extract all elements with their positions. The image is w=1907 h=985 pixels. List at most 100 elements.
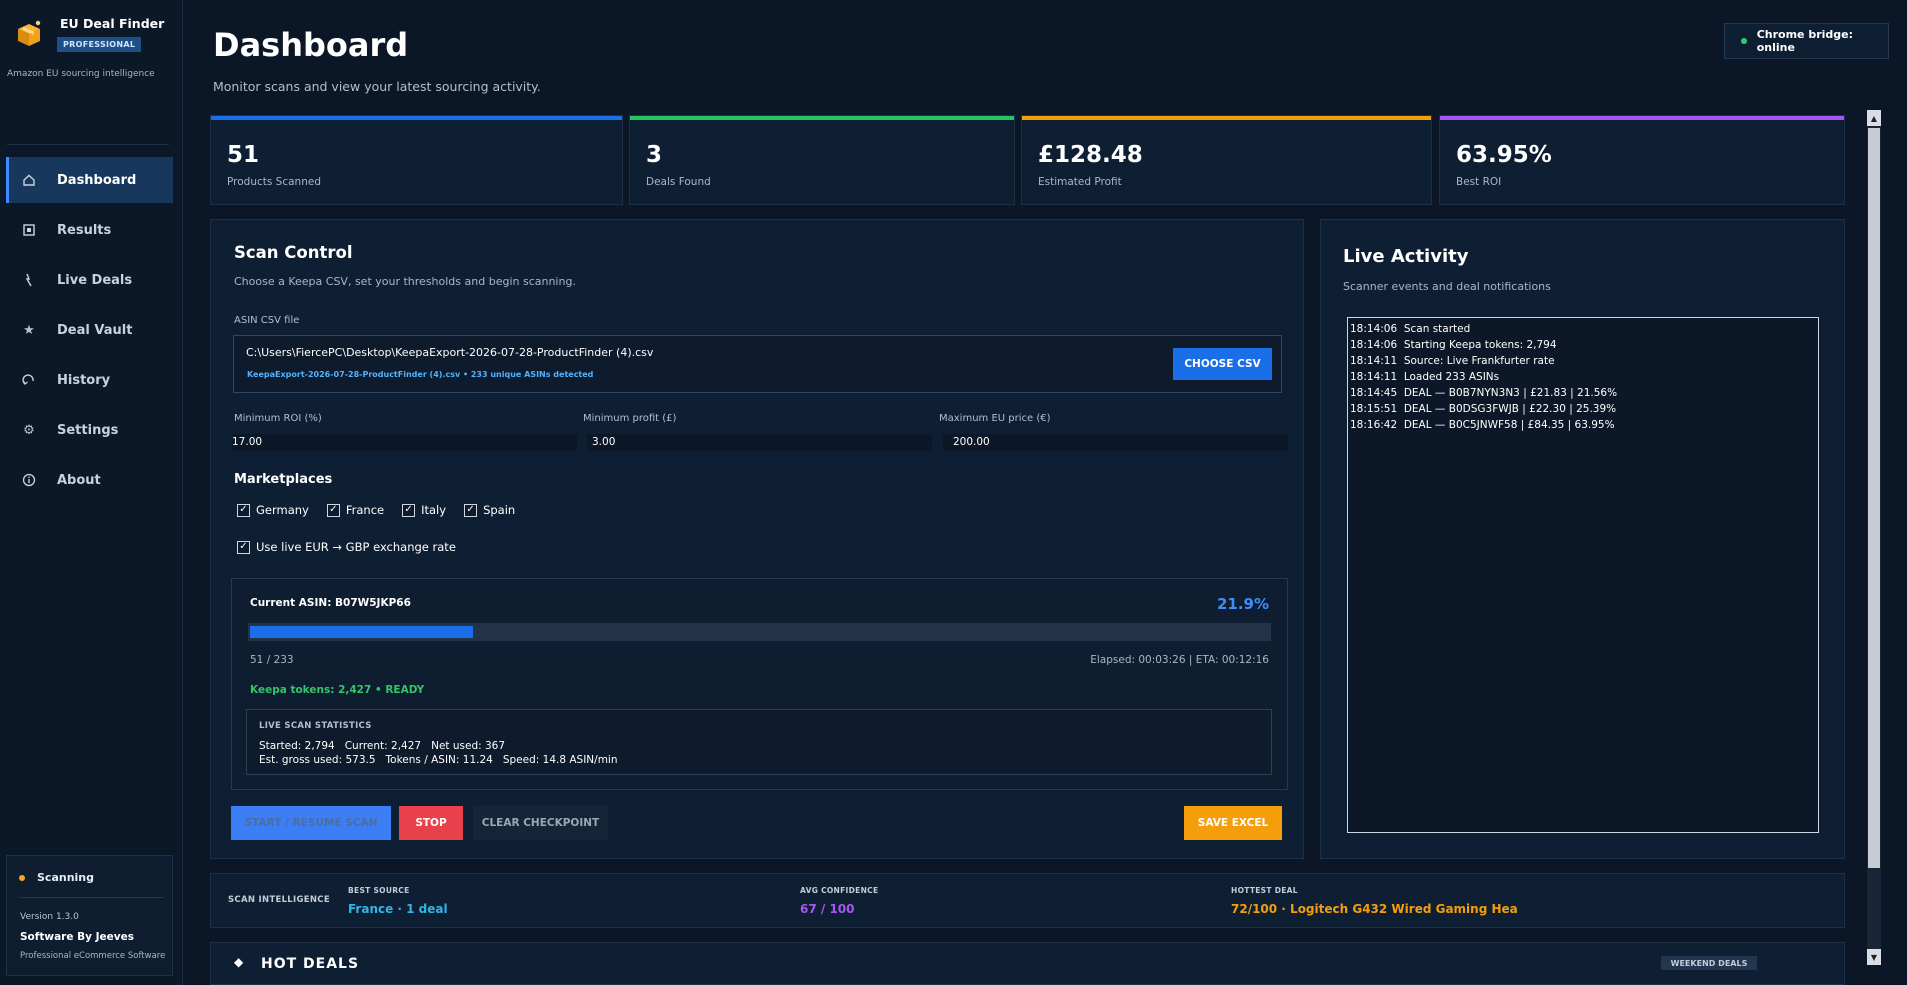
info-icon [21, 472, 37, 488]
sidebar-item-dashboard[interactable]: Dashboard [6, 157, 173, 203]
checkbox-check-icon: ✓ [464, 503, 478, 517]
live-scan-statistics-line: Est. gross used: 573.5 Tokens / ASIN: 11… [259, 754, 618, 766]
checkbox-check-icon: ✓ [237, 503, 250, 517]
page-scrollbar[interactable]: ▲ ▼ [1867, 110, 1881, 965]
sidebar-item-label: History [57, 372, 111, 388]
stat-label: Best ROI [1456, 176, 1502, 188]
stat-card-products-scanned: 51 Products Scanned [210, 115, 623, 205]
hot-deals-section: ◆ HOT DEALS WEEKEND DEALS [210, 942, 1845, 985]
stat-accent-bar [211, 116, 622, 120]
live-fx-label: Use live EUR → GBP exchange rate [256, 540, 456, 554]
sidebar-item-deal-vault[interactable]: ★ Deal Vault [6, 307, 173, 353]
scan-control-title: Scan Control [234, 243, 353, 262]
sidebar-item-label: Live Deals [57, 272, 133, 288]
marketplaces-title: Marketplaces [234, 472, 333, 487]
marketplace-spain-checkbox[interactable]: ✓ Spain [464, 503, 515, 517]
stat-card-deals-found: 3 Deals Found [629, 115, 1015, 205]
hottest-deal-label: HOTTEST DEAL [1231, 886, 1298, 895]
clear-checkpoint-button[interactable]: CLEAR CHECKPOINT [473, 806, 608, 840]
marketplace-label: Spain [483, 503, 516, 517]
start-resume-scan-button[interactable]: START / RESUME SCAN [231, 806, 391, 840]
choose-csv-button[interactable]: CHOOSE CSV [1173, 348, 1272, 380]
max-price-input[interactable]: 200.00 [943, 434, 1288, 451]
live-scan-statistics: LIVE SCAN STATISTICS Started: 2,794 Curr… [246, 709, 1272, 775]
stat-accent-bar [1440, 116, 1844, 120]
log-line: 18:14:06 Scan started [1350, 323, 1471, 335]
app-subtitle: Amazon EU sourcing intelligence [7, 69, 155, 79]
min-profit-label: Minimum profit (£) [583, 413, 677, 424]
online-dot-icon [1741, 38, 1747, 44]
scan-intelligence-title: SCAN INTELLIGENCE [228, 895, 330, 905]
stop-button[interactable]: STOP [399, 806, 463, 840]
live-scan-statistics-title: LIVE SCAN STATISTICS [259, 721, 372, 731]
version-label: Version 1.3.0 [20, 912, 79, 922]
page-title: Dashboard [213, 26, 409, 64]
keepa-tokens-status: Keepa tokens: 2,427 • READY [250, 684, 425, 696]
best-source-label: BEST SOURCE [348, 886, 410, 895]
hot-deals-badge: WEEKEND DEALS [1661, 956, 1757, 970]
stat-value: £128.48 [1038, 142, 1143, 168]
scrollbar-thumb[interactable] [1868, 128, 1880, 868]
lightning-icon [21, 272, 37, 288]
marketplace-france-checkbox[interactable]: ✓ France [326, 503, 385, 517]
stat-value: 51 [227, 142, 260, 168]
log-line: 18:14:11 Source: Live Frankfurter rate [1350, 355, 1555, 367]
stat-value: 3 [646, 142, 663, 168]
scanner-status: Scanning [19, 871, 94, 884]
activity-log[interactable]: 18:14:06 Scan started 18:14:06 Starting K… [1347, 317, 1819, 833]
hottest-deal-value[interactable]: 72/100 · Logitech G432 Wired Gaming Hea [1231, 902, 1518, 916]
sidebar-item-label: About [57, 472, 101, 488]
sidebar-nav: Dashboard Results Live Deals ★ Deal Vaul… [6, 157, 173, 507]
progress-bar-fill [250, 626, 473, 638]
author-label: Software By Jeeves [20, 931, 134, 943]
save-excel-button[interactable]: SAVE EXCEL [1184, 806, 1282, 840]
scroll-up-arrow-icon[interactable]: ▲ [1867, 110, 1881, 126]
checkbox-check-icon: ✓ [237, 540, 250, 554]
scan-intelligence-strip: SCAN INTELLIGENCE BEST SOURCE France · 1… [210, 873, 1845, 928]
marketplace-label: Germany [256, 503, 309, 517]
progress-count: 51 / 233 [250, 654, 294, 666]
app-title: EU Deal Finder [60, 16, 165, 31]
scan-control-subtitle: Choose a Keepa CSV, set your thresholds … [234, 275, 576, 288]
min-roi-label: Minimum ROI (%) [234, 413, 322, 424]
sidebar-item-results[interactable]: Results [6, 207, 173, 253]
chrome-bridge-status: Chrome bridge: online [1724, 23, 1889, 59]
marketplaces-group: ✓ Germany ✓ France ✓ Italy ✓ Spain [237, 503, 515, 517]
live-scan-statistics-line: Started: 2,794 Current: 2,427 Net used: … [259, 740, 506, 752]
min-roi-input[interactable]: 17.00 [232, 434, 577, 451]
sidebar-item-live-deals[interactable]: Live Deals [6, 257, 173, 303]
current-asin: Current ASIN: B07W5JKP66 [250, 597, 411, 609]
max-price-label: Maximum EU price (€) [939, 413, 1051, 424]
progress-percent: 21.9% [1216, 595, 1269, 613]
marketplace-germany-checkbox[interactable]: ✓ Germany [237, 503, 309, 517]
page-subtitle: Monitor scans and view your latest sourc… [213, 79, 541, 94]
live-fx-checkbox[interactable]: ✓ Use live EUR → GBP exchange rate [237, 540, 456, 554]
log-line: 18:14:45 DEAL — B0B7NYN3N3 | £21.83 | 21… [1350, 387, 1618, 399]
sidebar-item-history[interactable]: History [6, 357, 173, 403]
status-dot-icon [19, 874, 25, 881]
sidebar-item-label: Results [57, 222, 112, 238]
marketplace-label: Italy [421, 503, 447, 517]
stat-card-best-roi: 63.95% Best ROI [1439, 115, 1845, 205]
scanner-status-box: Scanning Version 1.3.0 Software By Jeeve… [6, 855, 173, 976]
sidebar-item-about[interactable]: About [6, 457, 173, 503]
sidebar-item-label: Settings [57, 422, 119, 438]
chrome-bridge-label: Chrome bridge: online [1756, 28, 1854, 54]
avg-confidence-value: 67 / 100 [800, 902, 855, 916]
sidebar-item-label: Dashboard [57, 172, 137, 188]
edition-badge: PROFESSIONAL [57, 37, 142, 52]
stat-label: Estimated Profit [1038, 176, 1122, 188]
scroll-down-arrow-icon[interactable]: ▼ [1867, 949, 1881, 965]
scan-progress-panel: Current ASIN: B07W5JKP66 21.9% 51 / 233 … [231, 578, 1288, 790]
sidebar-item-settings[interactable]: ⚙ Settings [6, 407, 173, 453]
min-profit-input[interactable]: 3.00 [587, 434, 932, 451]
log-line: 18:15:51 DEAL — B0DSG3FWJB | £22.30 | 25… [1350, 403, 1617, 415]
stat-label: Deals Found [646, 176, 711, 188]
history-icon [21, 372, 37, 388]
marketplace-italy-checkbox[interactable]: ✓ Italy [402, 503, 446, 517]
status-divider [19, 897, 164, 898]
stat-value: 63.95% [1456, 142, 1552, 168]
marketplace-label: France [345, 503, 385, 517]
csv-file-label: ASIN CSV file [234, 315, 300, 326]
gear-icon: ⚙ [23, 422, 35, 438]
